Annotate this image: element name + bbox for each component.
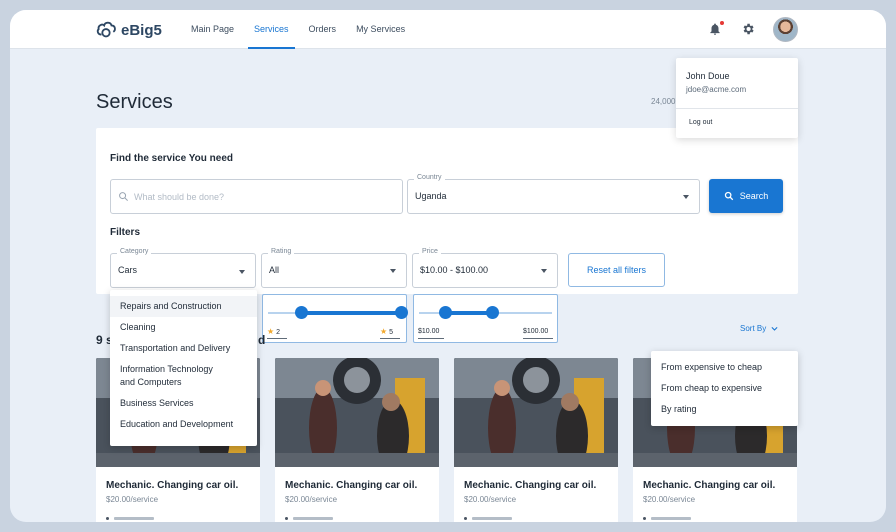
service-card[interactable]: Mechanic. Changing car oil. $20.00/servi… bbox=[275, 358, 439, 522]
nav-my-services[interactable]: My Services bbox=[346, 10, 415, 49]
logout-button[interactable]: Log out bbox=[689, 119, 712, 126]
chevron-down-icon bbox=[541, 269, 547, 273]
search-heading: Find the service You need bbox=[110, 153, 233, 164]
service-image bbox=[454, 358, 618, 467]
search-button-label: Search bbox=[739, 191, 769, 201]
slider-track-fill bbox=[301, 311, 401, 315]
price-max-thumb[interactable] bbox=[485, 306, 499, 319]
rating-min-value[interactable]: ★ 2 bbox=[267, 326, 287, 339]
price-range-slider: $10.00 $100.00 bbox=[413, 294, 558, 343]
category-label: Category bbox=[117, 248, 152, 255]
nav-orders[interactable]: Orders bbox=[299, 10, 347, 49]
chevron-down-icon bbox=[683, 195, 689, 199]
category-option[interactable]: Information Technology and Computers bbox=[110, 359, 230, 393]
search-button[interactable]: Search bbox=[709, 179, 783, 213]
nav-services[interactable]: Services bbox=[244, 10, 299, 49]
sort-option[interactable]: From cheap to expensive bbox=[661, 383, 762, 393]
services-count: 24,000 bbox=[651, 97, 676, 106]
chevron-down-icon bbox=[239, 270, 245, 274]
service-title: Mechanic. Changing car oil. bbox=[106, 480, 239, 491]
user-name: John Doue bbox=[686, 71, 730, 81]
service-price: $20.00/service bbox=[643, 495, 696, 504]
nav-main-page[interactable]: Main Page bbox=[181, 10, 244, 49]
category-option[interactable]: Business Services bbox=[110, 393, 257, 414]
search-icon bbox=[724, 191, 733, 201]
service-card[interactable]: Mechanic. Changing car oil. $20.00/servi… bbox=[454, 358, 618, 522]
service-title: Mechanic. Changing car oil. bbox=[285, 480, 418, 491]
gear-icon[interactable] bbox=[741, 22, 755, 36]
service-title: Mechanic. Changing car oil. bbox=[464, 480, 597, 491]
app-window: eBig5 Main Page Services Orders My Servi… bbox=[10, 10, 886, 522]
category-option[interactable]: Cleaning bbox=[110, 317, 257, 338]
search-card: Find the service You need Country Uganda… bbox=[96, 128, 798, 294]
notification-badge bbox=[720, 21, 724, 25]
price-value: $10.00 - $100.00 bbox=[420, 265, 489, 275]
country-label: Country bbox=[414, 174, 445, 181]
chevron-down-icon bbox=[390, 269, 396, 273]
user-email: jdoe@acme.com bbox=[686, 85, 747, 94]
sort-dropdown-menu: From expensive to cheap From cheap to ex… bbox=[651, 351, 798, 426]
category-option[interactable]: Repairs and Construction bbox=[110, 296, 257, 317]
avatar[interactable] bbox=[773, 17, 798, 42]
sort-by-button[interactable]: Sort By bbox=[740, 324, 779, 333]
price-min-value[interactable]: $10.00 bbox=[418, 326, 444, 339]
rating-range-slider: ★ 2 ★ 5 bbox=[262, 294, 408, 343]
service-meta bbox=[643, 516, 703, 521]
main-nav: Main Page Services Orders My Services bbox=[181, 10, 415, 49]
service-price: $20.00/service bbox=[464, 495, 517, 504]
search-input[interactable] bbox=[134, 189, 394, 205]
chevron-down-icon bbox=[771, 326, 778, 331]
sort-option[interactable]: By rating bbox=[661, 404, 697, 414]
rating-min-text: 2 bbox=[276, 329, 281, 336]
search-field[interactable] bbox=[110, 179, 403, 214]
price-select[interactable]: Price $10.00 - $100.00 bbox=[412, 248, 558, 288]
logo-text: eBig5 bbox=[121, 21, 162, 39]
user-menu: John Doue jdoe@acme.com Log out bbox=[676, 58, 798, 138]
category-dropdown-menu: Repairs and Construction Cleaning Transp… bbox=[110, 290, 257, 446]
divider bbox=[676, 108, 798, 109]
category-select[interactable]: Category Cars bbox=[110, 248, 256, 288]
rating-select[interactable]: Rating All bbox=[261, 248, 407, 288]
rating-max-text: 5 bbox=[389, 329, 394, 336]
service-image bbox=[275, 358, 439, 467]
country-value: Uganda bbox=[415, 191, 447, 201]
category-value: Cars bbox=[118, 265, 138, 275]
service-meta bbox=[106, 516, 166, 521]
category-option[interactable]: Transportation and Delivery bbox=[110, 338, 257, 359]
service-title: Mechanic. Changing car oil. bbox=[643, 480, 776, 491]
sort-option[interactable]: From expensive to cheap bbox=[661, 362, 762, 372]
results-count-tail: d bbox=[258, 333, 266, 347]
country-select[interactable]: Country Uganda bbox=[407, 174, 700, 214]
logo[interactable]: eBig5 bbox=[95, 19, 162, 41]
rating-label: Rating bbox=[268, 248, 295, 255]
rating-max-value[interactable]: ★ 5 bbox=[380, 326, 400, 339]
category-option[interactable]: Education and Development bbox=[110, 414, 257, 435]
rating-min-thumb[interactable] bbox=[294, 306, 308, 319]
top-navbar: eBig5 Main Page Services Orders My Servi… bbox=[10, 10, 886, 49]
service-meta bbox=[285, 516, 345, 521]
reset-filters-button[interactable]: Reset all filters bbox=[568, 253, 665, 287]
service-price: $20.00/service bbox=[106, 495, 159, 504]
star-icon: ★ bbox=[267, 327, 275, 336]
sort-by-label: Sort By bbox=[740, 324, 767, 333]
filters-heading: Filters bbox=[110, 227, 141, 238]
page-title: Services bbox=[96, 91, 173, 113]
logo-icon bbox=[96, 21, 116, 38]
rating-max-thumb[interactable] bbox=[394, 306, 408, 319]
price-max-value[interactable]: $100.00 bbox=[523, 326, 553, 339]
rating-value: All bbox=[269, 265, 280, 275]
star-icon: ★ bbox=[380, 327, 388, 336]
search-icon bbox=[119, 192, 128, 201]
price-min-thumb[interactable] bbox=[439, 306, 453, 319]
service-meta bbox=[464, 516, 524, 521]
price-label: Price bbox=[419, 248, 441, 255]
service-price: $20.00/service bbox=[285, 495, 338, 504]
